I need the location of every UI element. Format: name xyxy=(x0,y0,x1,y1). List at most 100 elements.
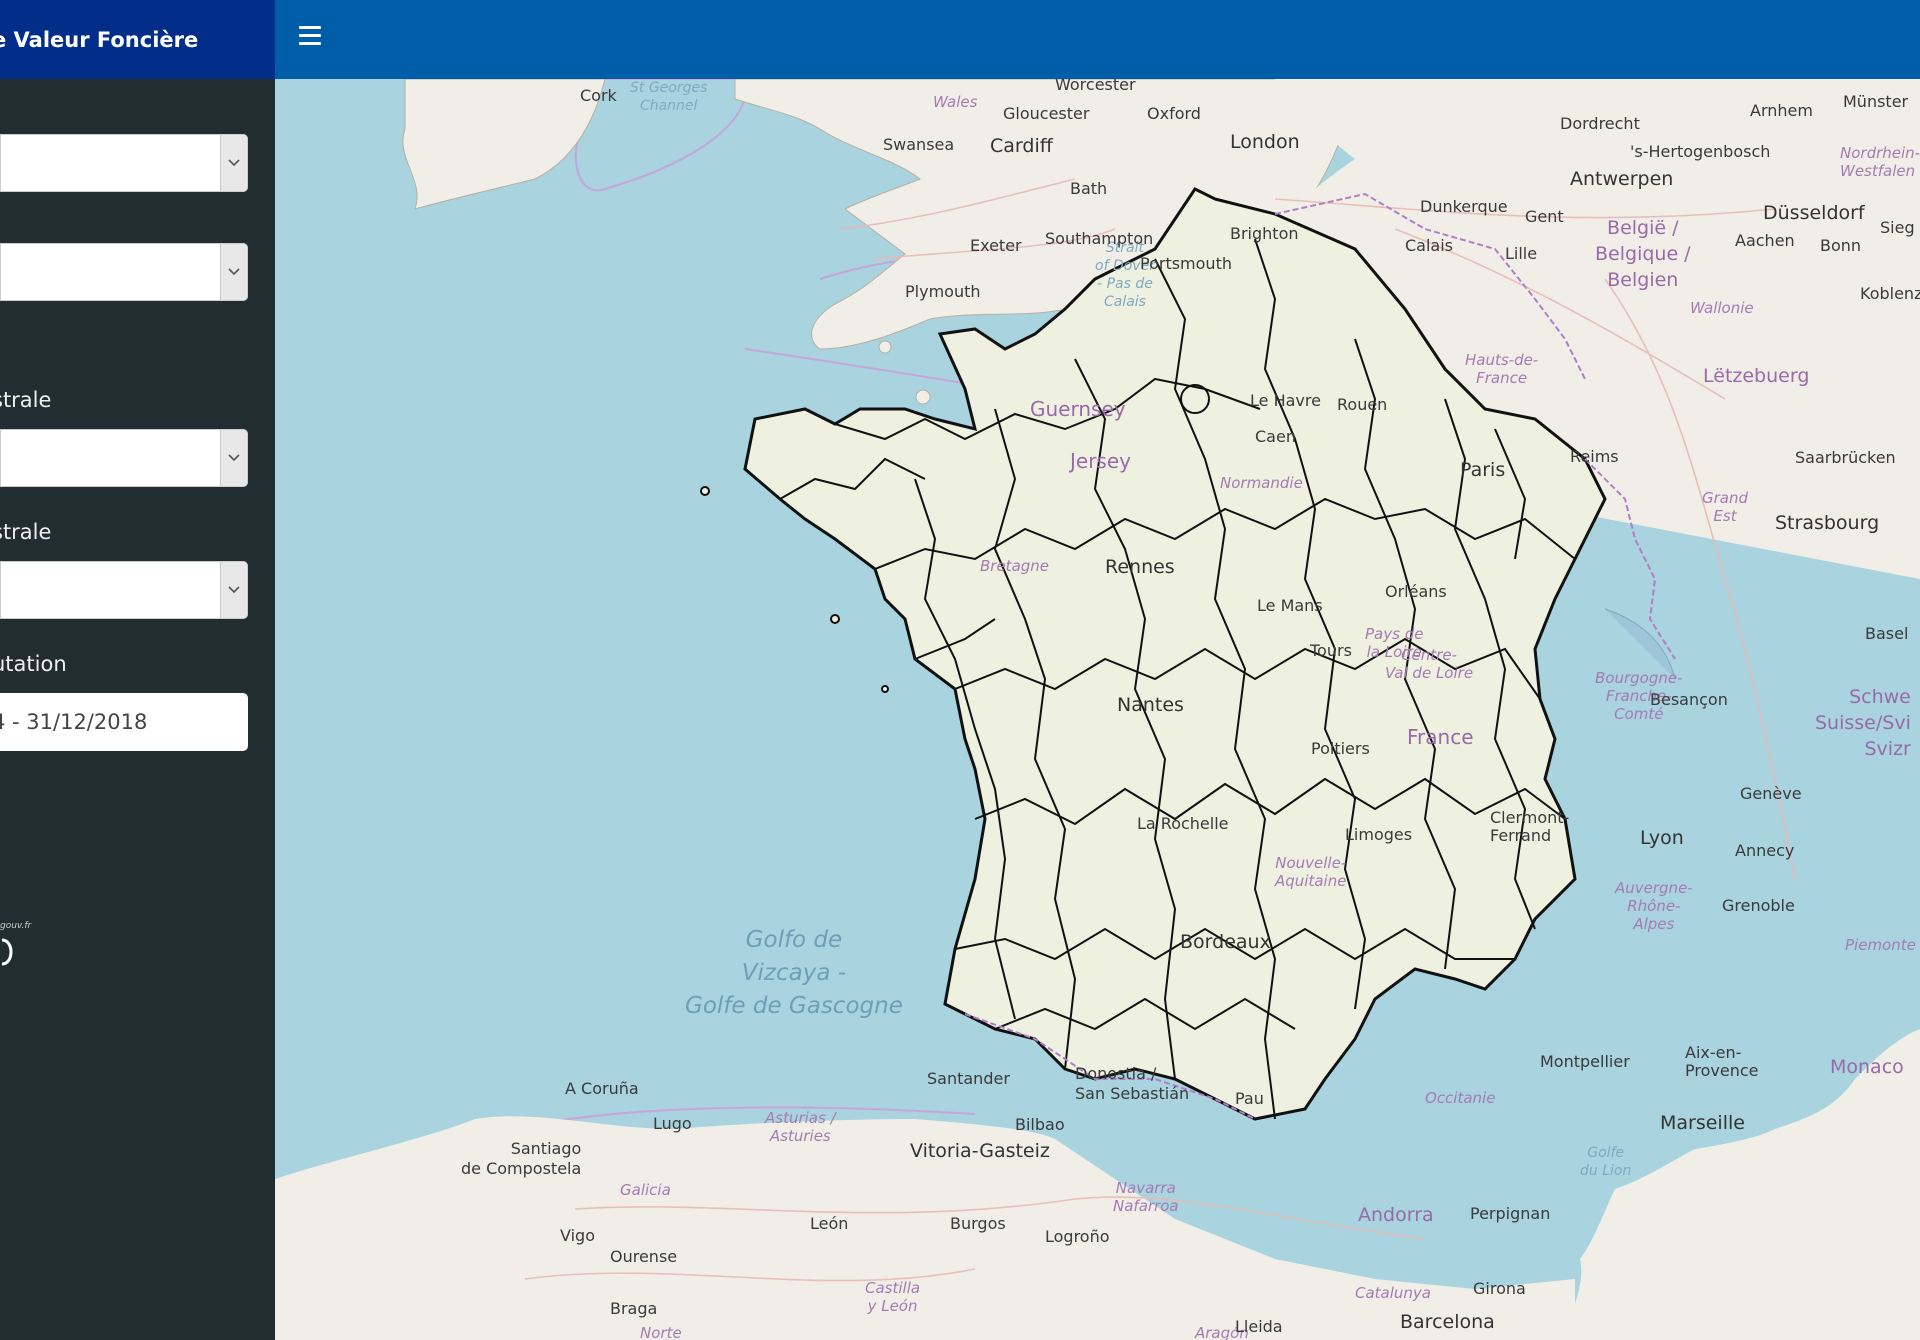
select-field-1[interactable] xyxy=(0,134,248,192)
country-label-lux: Lëtzebuerg xyxy=(1703,365,1810,387)
city-label: Reims xyxy=(1570,447,1619,466)
date-field-label: utation xyxy=(0,652,67,676)
country-label-swiss: Schwe Suisse/Svi Svizr xyxy=(1815,686,1911,760)
city-label: Paris xyxy=(1460,459,1506,481)
city-label: Santander xyxy=(927,1069,1010,1088)
city-label: Vigo xyxy=(560,1226,595,1245)
city-label: Perpignan xyxy=(1470,1204,1551,1223)
region-label-nrw: Nordrhein- Westfalen xyxy=(1840,144,1920,180)
city-label: Logroño xyxy=(1045,1227,1110,1246)
region-label-hauts: Hauts-de- France xyxy=(1465,351,1539,387)
city-label: Brighton xyxy=(1230,224,1299,243)
city-label: Ourense xyxy=(610,1247,678,1266)
sea-label-st-georges: St Georges Channel xyxy=(630,80,708,114)
city-label: Lleida xyxy=(1235,1317,1283,1336)
city-label: Cardiff xyxy=(990,135,1053,157)
region-label-galicia: Galicia xyxy=(620,1181,671,1199)
city-label: Antwerpen xyxy=(1570,168,1674,190)
city-label: León xyxy=(810,1214,849,1233)
city-label: Nantes xyxy=(1117,694,1184,716)
region-label-catalunya: Catalunya xyxy=(1355,1284,1431,1302)
city-label: Genève xyxy=(1740,784,1802,803)
city-label: Southampton xyxy=(1045,229,1154,248)
select-field-3[interactable] xyxy=(0,429,248,487)
city-label: Grenoble xyxy=(1722,896,1795,915)
city-label: Lille xyxy=(1505,244,1538,263)
city-label: Caen xyxy=(1255,427,1296,446)
city-label: Vitoria-Gasteiz xyxy=(910,1140,1050,1162)
island-label-guernsey: Guernsey xyxy=(1030,397,1126,421)
city-label: London xyxy=(1230,131,1300,153)
city-label: Rennes xyxy=(1105,556,1175,578)
sidebar: t strale strale utation 4 - 31/12/2018 g… xyxy=(0,79,275,1340)
country-label-belgium: België / Belgique / Belgien xyxy=(1595,217,1691,291)
city-label: Girona xyxy=(1473,1279,1526,1298)
chevron-down-icon[interactable] xyxy=(220,562,247,618)
region-label-occitanie: Occitanie xyxy=(1425,1089,1496,1107)
gouv-logo: gouv.fr xyxy=(0,921,40,981)
chevron-down-icon[interactable] xyxy=(220,135,247,191)
city-label: Donostia / San Sebastián xyxy=(1075,1064,1190,1103)
city-label: Burgos xyxy=(950,1214,1006,1233)
city-label: Gent xyxy=(1525,207,1564,226)
city-label: Swansea xyxy=(883,135,955,154)
region-label-castilla: Castilla y León xyxy=(865,1279,921,1315)
sea-label-dover: Strait of Dover - Pas de Calais xyxy=(1095,240,1155,310)
region-label-wallonie: Wallonie xyxy=(1690,299,1754,317)
city-label: Tours xyxy=(1310,641,1352,660)
city-label: Strasbourg xyxy=(1775,512,1880,534)
region-label-norte: Norte xyxy=(640,1324,682,1340)
field-label-4: strale xyxy=(0,520,52,544)
chevron-down-icon[interactable] xyxy=(220,244,247,300)
city-label: Oxford xyxy=(1147,104,1201,123)
city-label: Saarbrücken xyxy=(1795,448,1896,467)
region-label-piemonte: Piemonte xyxy=(1845,936,1916,954)
select-field-4[interactable] xyxy=(0,561,248,619)
app-title: e Valeur Foncière xyxy=(0,0,275,79)
city-label: Le Mans xyxy=(1257,596,1323,615)
region-label-centre-text: Centre- Val de Loire xyxy=(1385,646,1474,682)
france-map[interactable]: Golfo de Vizcaya - Golfe de Gascogne St Ge… xyxy=(275,79,1920,1340)
city-label: Poitiers xyxy=(1311,739,1370,758)
city-label: Limoges xyxy=(1345,825,1413,844)
select-field-2[interactable] xyxy=(0,243,248,301)
city-label: Aachen xyxy=(1735,231,1795,250)
city-label: Orléans xyxy=(1385,582,1447,601)
top-navbar xyxy=(275,0,1920,79)
region-label-wales: Wales xyxy=(933,93,978,111)
country-label-france: France xyxy=(1407,725,1474,749)
region-label-auvergne: Auvergne- Rhône- Alpes xyxy=(1615,879,1693,933)
city-label: Calais xyxy=(1405,236,1454,255)
city-label: Barcelona xyxy=(1400,1311,1495,1333)
chevron-down-icon[interactable] xyxy=(220,430,247,486)
city-label: Düsseldorf xyxy=(1763,202,1865,224)
city-label: La Rochelle xyxy=(1137,814,1229,833)
city-label: Portsmouth xyxy=(1140,254,1232,273)
city-label: Lugo xyxy=(653,1114,692,1133)
city-label: Lyon xyxy=(1640,827,1684,849)
city-label: Basel xyxy=(1865,624,1909,643)
country-label-monaco: Monaco xyxy=(1830,1056,1904,1078)
city-label: Santiago de Compostela xyxy=(461,1139,582,1178)
city-label: Cork xyxy=(580,86,617,105)
app-title-text: e Valeur Foncière xyxy=(0,27,199,52)
city-label: Gloucester xyxy=(1003,104,1090,123)
region-label-navarra: Navarra Nafarroa xyxy=(1113,1179,1179,1215)
city-label: Bonn xyxy=(1820,236,1862,255)
city-label: Münster xyxy=(1843,92,1909,111)
city-label: Bath xyxy=(1070,179,1108,198)
city-label: Le Havre xyxy=(1250,391,1321,410)
city-label: Annecy xyxy=(1735,841,1795,860)
region-label-normandie: Normandie xyxy=(1220,474,1303,492)
city-label: Pau xyxy=(1235,1089,1264,1108)
date-range-input[interactable]: 4 - 31/12/2018 xyxy=(0,693,248,751)
region-label-asturias: Asturias / Asturies xyxy=(765,1109,836,1145)
country-label-andorra: Andorra xyxy=(1358,1204,1434,1226)
city-label: Dunkerque xyxy=(1420,197,1508,216)
city-label: Besançon xyxy=(1650,690,1728,709)
city-label: Rouen xyxy=(1337,395,1388,414)
city-label: Sieg xyxy=(1880,218,1915,237)
island-label-jersey: Jersey xyxy=(1070,449,1131,473)
city-label: Braga xyxy=(610,1299,658,1318)
hamburger-icon[interactable] xyxy=(299,26,321,50)
